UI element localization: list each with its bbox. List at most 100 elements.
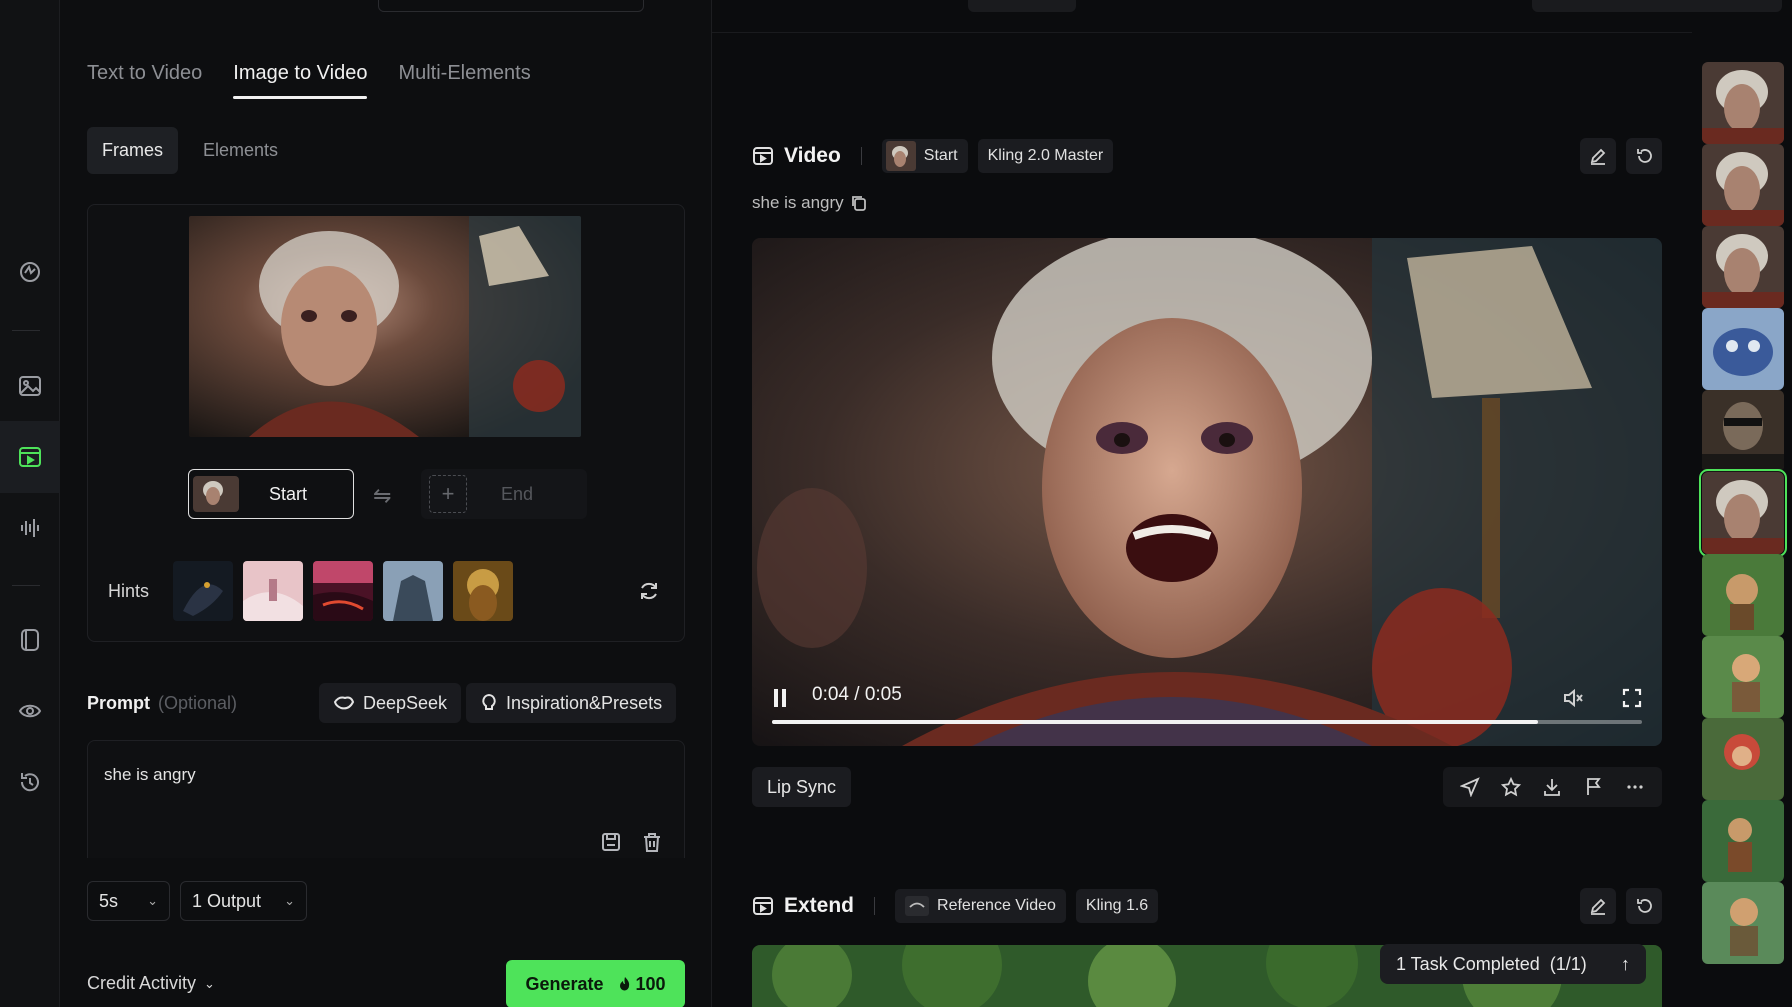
history-thumbnail-selected[interactable]: [1699, 469, 1787, 557]
divider: [712, 32, 1692, 33]
end-frame-button[interactable]: + End: [421, 469, 587, 519]
undo-icon: [1637, 149, 1652, 163]
eye-icon[interactable]: [12, 693, 48, 729]
history-thumbnail[interactable]: [1702, 144, 1784, 226]
history-thumbnail[interactable]: [1702, 718, 1784, 800]
chevron-down-icon: ⌄: [204, 975, 215, 991]
prompt-label: Prompt: [87, 693, 150, 713]
prompt-optional-label: (Optional): [158, 693, 238, 713]
start-frame-button[interactable]: Start: [188, 469, 354, 519]
subtab-frames[interactable]: Frames: [87, 127, 179, 174]
outputs-select[interactable]: 1 Output ⌄: [180, 881, 307, 921]
video-time: 0:04 / 0:05: [812, 684, 902, 705]
start-frame-image[interactable]: [189, 216, 581, 437]
extend-model-label: Kling 1.6: [1085, 897, 1149, 914]
reference-video-icon: [905, 896, 930, 916]
download-icon[interactable]: [1542, 777, 1562, 797]
extend-section-title: Extend: [784, 894, 855, 917]
hint-thumbnail[interactable]: [243, 561, 303, 621]
history-thumbnail[interactable]: [1702, 62, 1784, 144]
lip-sync-button[interactable]: Lip Sync: [752, 767, 852, 807]
video-icon[interactable]: [12, 439, 48, 475]
generate-cost: 100: [635, 973, 666, 994]
inspiration-presets-button[interactable]: Inspiration&Presets: [466, 683, 677, 723]
history-thumbnail[interactable]: [1702, 636, 1784, 718]
save-prompt-icon[interactable]: [600, 831, 622, 858]
pause-icon[interactable]: [772, 688, 788, 713]
image-icon[interactable]: [12, 368, 48, 404]
audio-icon[interactable]: [12, 510, 48, 546]
history-thumbnail[interactable]: [1702, 390, 1784, 472]
history-thumbnail[interactable]: [1702, 800, 1784, 882]
fullscreen-icon[interactable]: [1622, 688, 1642, 713]
history-thumbnail[interactable]: [1702, 882, 1784, 964]
history-icon[interactable]: [12, 764, 48, 800]
video-progress-bar[interactable]: [772, 720, 1642, 724]
menu-icon[interactable]: [12, 0, 48, 22]
top-control[interactable]: [968, 0, 1076, 12]
add-end-frame-icon[interactable]: +: [429, 475, 467, 513]
start-frame-thumbnail: [193, 476, 239, 512]
refresh-hints-icon[interactable]: [638, 580, 660, 607]
library-icon[interactable]: [12, 622, 48, 658]
tab-multi-elements[interactable]: Multi-Elements: [398, 62, 530, 99]
top-control[interactable]: [1532, 0, 1782, 12]
reference-video-label: Reference Video: [937, 897, 1056, 914]
subtab-elements[interactable]: Elements: [188, 127, 293, 174]
tab-image-to-video[interactable]: Image to Video: [233, 62, 368, 99]
star-icon[interactable]: [1501, 777, 1522, 797]
credit-activity-dropdown[interactable]: Credit Activity ⌄: [87, 973, 215, 994]
history-thumbnail[interactable]: [1702, 226, 1784, 308]
magic-icon[interactable]: [12, 254, 48, 290]
prompt-input[interactable]: she is angry: [87, 740, 685, 858]
duration-select[interactable]: 5s ⌄: [87, 881, 170, 921]
extend-model-pill[interactable]: Kling 1.6: [1075, 889, 1159, 923]
more-icon[interactable]: [1625, 777, 1645, 797]
video-player[interactable]: 0:04 / 0:05: [752, 238, 1662, 746]
swap-frames-icon[interactable]: ⇋: [373, 483, 391, 509]
reference-video-pill[interactable]: Reference Video: [895, 889, 1066, 923]
tab-text-to-video[interactable]: Text to Video: [87, 62, 202, 99]
mute-icon[interactable]: [1562, 688, 1584, 713]
start-pill[interactable]: Start: [881, 139, 968, 173]
task-count: (1/1): [1549, 953, 1587, 974]
pencil-icon: [1590, 898, 1606, 915]
hint-thumbnail[interactable]: [453, 561, 513, 621]
video-progress-fill: [772, 720, 1538, 724]
hint-thumbnail[interactable]: [383, 561, 443, 621]
trash-icon[interactable]: [641, 831, 663, 858]
hint-thumbnail[interactable]: [313, 561, 373, 621]
rail-divider: [12, 585, 40, 586]
video-icon: [753, 897, 773, 915]
arrow-up-icon[interactable]: ↑: [1621, 954, 1630, 975]
regenerate-button[interactable]: [1626, 138, 1662, 174]
regenerate-button[interactable]: [1626, 888, 1662, 924]
video-caption: she is angry: [752, 193, 868, 213]
edit-button[interactable]: [1580, 138, 1616, 174]
duration-value: 5s: [99, 890, 119, 911]
edit-button[interactable]: [1580, 888, 1616, 924]
model-selector[interactable]: [378, 0, 644, 12]
flag-icon[interactable]: [1584, 777, 1604, 797]
send-icon[interactable]: [1459, 777, 1480, 797]
start-pill-label: Start: [923, 147, 958, 164]
hint-thumbnail[interactable]: [173, 561, 233, 621]
history-thumbnail[interactable]: [1702, 308, 1784, 390]
history-thumbnail[interactable]: [1702, 554, 1784, 636]
flame-icon: [619, 977, 629, 991]
generate-button[interactable]: Generate 100: [506, 960, 685, 1007]
deepseek-button[interactable]: DeepSeek: [319, 683, 462, 723]
results-area: Video Start Kling 2.0 Master she is angr…: [712, 0, 1792, 1007]
copy-icon[interactable]: [850, 194, 868, 212]
chevron-down-icon: ⌄: [284, 893, 295, 908]
start-frame-label: Start: [268, 483, 307, 504]
deepseek-label: DeepSeek: [363, 692, 448, 713]
task-status-toast[interactable]: 1 Task Completed (1/1) ↑: [1380, 944, 1646, 984]
app-root: Text to Video Image to Video Multi-Eleme…: [0, 0, 1792, 1007]
model-pill[interactable]: Kling 2.0 Master: [977, 139, 1114, 173]
mode-tabs: Text to Video Image to Video Multi-Eleme…: [87, 62, 531, 99]
lip-sync-label: Lip Sync: [767, 776, 837, 797]
inspiration-presets-label: Inspiration&Presets: [506, 692, 663, 713]
divider: [860, 147, 862, 165]
prompt-text[interactable]: she is angry: [104, 765, 196, 785]
